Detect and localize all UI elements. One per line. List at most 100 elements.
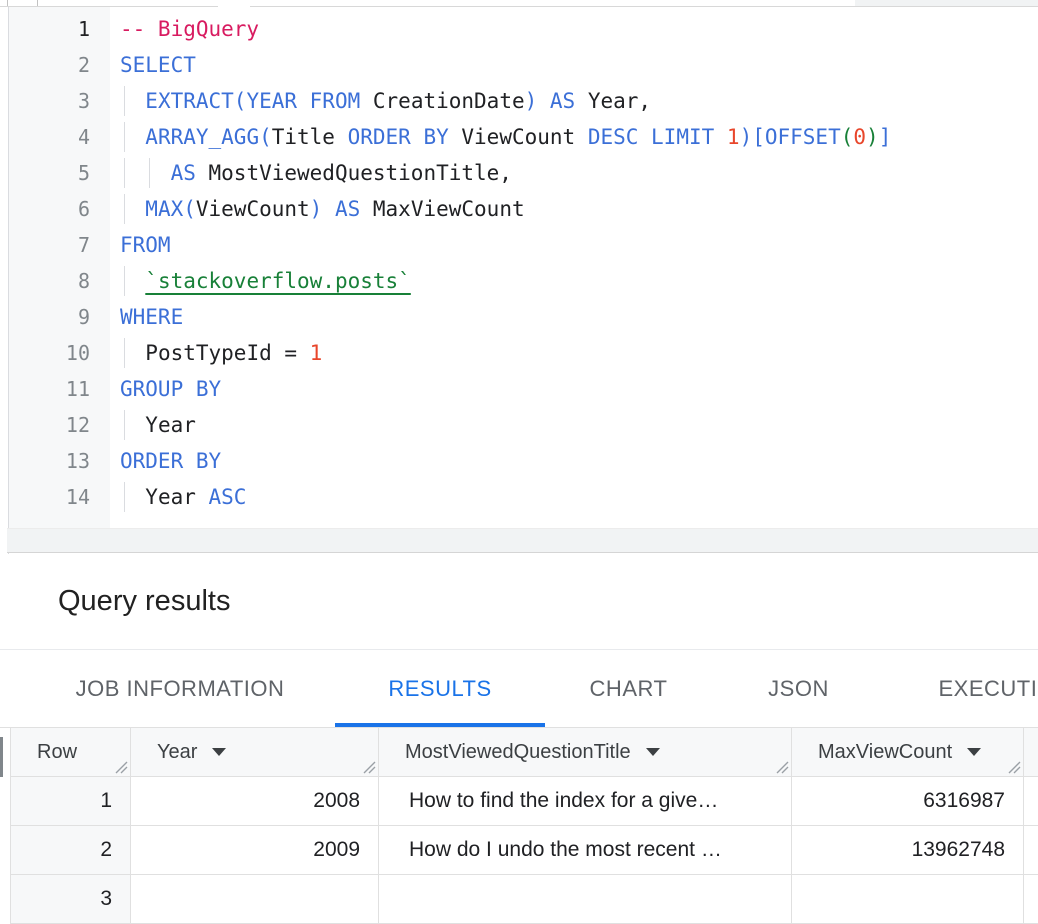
table-cell: [1024, 826, 1038, 874]
code-line-content[interactable]: -- BigQuery: [110, 11, 1038, 47]
tab-json[interactable]: JSON: [712, 651, 885, 727]
code-line-7[interactable]: 7FROM: [8, 227, 1038, 263]
column-resize-grip[interactable]: [362, 760, 376, 774]
table-cell: 2008: [131, 777, 379, 825]
indent-guide: [124, 122, 125, 152]
sql-editor[interactable]: 1 -- BigQuery 2SELECT3 EXTRACT(YEAR FROM C…: [0, 7, 1038, 528]
column-menu-arrow-icon[interactable]: [967, 748, 981, 756]
table-cell: [1024, 777, 1038, 825]
code-line-content[interactable]: EXTRACT(YEAR FROM CreationDate) AS Year,: [110, 83, 1038, 119]
table-cell: How to find the index for a give…: [379, 777, 792, 825]
code-token: SELECT: [120, 53, 196, 77]
column-resize-grip[interactable]: [775, 760, 789, 774]
line-number: 1: [8, 11, 110, 47]
code-line-content[interactable]: MAX(ViewCount) AS MaxViewCount: [110, 191, 1038, 227]
table-cell: [1024, 875, 1038, 923]
column-header-year[interactable]: Year: [131, 728, 379, 776]
table-header-row: Row Year MostViewedQuestionTitle MaxViewCou…: [11, 728, 1038, 777]
column-header-label: Year: [157, 741, 197, 764]
code-token: (: [841, 125, 854, 149]
column-menu-arrow-icon[interactable]: [212, 748, 226, 756]
code-line-3[interactable]: 3 EXTRACT(YEAR FROM CreationDate) AS Yea…: [8, 83, 1038, 119]
code-token: Year: [145, 485, 208, 509]
code-line-14[interactable]: 14 Year ASC: [8, 479, 1038, 515]
code-token: -- BigQuery: [120, 17, 259, 41]
indent-guide: [124, 158, 125, 188]
code-line-content[interactable]: ARRAY_AGG(Title ORDER BY ViewCount DESC …: [110, 119, 1038, 155]
column-menu-arrow-icon[interactable]: [646, 748, 660, 756]
table-cell: [792, 875, 1024, 923]
column-header-label: MostViewedQuestionTitle: [405, 741, 631, 764]
line-number: 6: [8, 191, 110, 227]
row-number-cell: 1: [11, 777, 131, 825]
code-token: EXTRACT(: [145, 89, 246, 113]
table-row: 3: [11, 875, 1038, 924]
code-lines[interactable]: 1 -- BigQuery 2SELECT3 EXTRACT(YEAR FROM C…: [8, 11, 1038, 515]
tab-results[interactable]: RESULTS: [335, 651, 545, 727]
toolbar-notch: [218, 0, 250, 7]
table-cell: How do I undo the most recent …: [379, 826, 792, 874]
line-number: 14: [8, 479, 110, 515]
table-row: 12008How to find the index for a give…63…: [11, 777, 1038, 826]
results-table: Row Year MostViewedQuestionTitle MaxViewCou…: [10, 728, 1038, 924]
code-token: ORDER BY: [348, 125, 462, 149]
code-line-13[interactable]: 13ORDER BY: [8, 443, 1038, 479]
tab-chart[interactable]: CHART: [545, 651, 712, 727]
code-token: YEAR FROM: [246, 89, 372, 113]
code-line-content[interactable]: AS MostViewedQuestionTitle,: [110, 155, 1038, 191]
row-number-cell: 3: [11, 875, 131, 923]
line-number: 8: [8, 263, 110, 299]
code-line-9[interactable]: 9WHERE: [8, 299, 1038, 335]
table-reference-link[interactable]: `stackoverflow.posts`: [145, 269, 411, 293]
code-line-content[interactable]: ORDER BY: [110, 443, 1038, 479]
results-scrollbar-thumb[interactable]: [0, 737, 3, 777]
table-row: 22009How do I undo the most recent …1396…: [11, 826, 1038, 875]
code-line-content[interactable]: GROUP BY: [110, 371, 1038, 407]
code-token: DESC LIMIT: [588, 125, 727, 149]
indent-guide: [124, 266, 125, 296]
code-line-content[interactable]: Year ASC: [110, 479, 1038, 515]
table-cell: [379, 875, 792, 923]
code-token: WHERE: [120, 305, 183, 329]
tab-execution-details[interactable]: EXECUTION DETAILS: [885, 651, 1038, 727]
column-resize-grip[interactable]: [114, 760, 128, 774]
indent-guide: [124, 194, 125, 224]
table-cell: 2009: [131, 826, 379, 874]
code-token: )[: [740, 125, 765, 149]
code-token: MostViewedQuestionTitle,: [209, 161, 512, 185]
code-token: MaxViewCount: [373, 197, 525, 221]
table-cell: 13962748: [792, 826, 1024, 874]
code-line-11[interactable]: 11GROUP BY: [8, 371, 1038, 407]
code-line-content[interactable]: Year: [110, 407, 1038, 443]
code-line-8[interactable]: 8 `stackoverflow.posts`: [8, 263, 1038, 299]
code-line-12[interactable]: 12 Year: [8, 407, 1038, 443]
panel-splitter[interactable]: [7, 528, 1038, 553]
line-number: 11: [8, 371, 110, 407]
code-line-content[interactable]: `stackoverflow.posts`: [110, 263, 1038, 299]
code-line-4[interactable]: 4 ARRAY_AGG(Title ORDER BY ViewCount DES…: [8, 119, 1038, 155]
code-line-5[interactable]: 5 AS MostViewedQuestionTitle,: [8, 155, 1038, 191]
column-header-extra[interactable]: [1024, 728, 1038, 776]
code-token: OFFSET: [765, 125, 841, 149]
line-number: 4: [8, 119, 110, 155]
column-resize-grip[interactable]: [1007, 760, 1021, 774]
code-token: ): [866, 125, 879, 149]
line-number: 3: [8, 83, 110, 119]
column-header-mostviewedquestiontitle[interactable]: MostViewedQuestionTitle: [379, 728, 792, 776]
code-token: CreationDate: [373, 89, 525, 113]
code-line-content[interactable]: SELECT: [110, 47, 1038, 83]
column-header-maxviewcount[interactable]: MaxViewCount: [792, 728, 1024, 776]
code-line-2[interactable]: 2SELECT: [8, 47, 1038, 83]
code-line-1[interactable]: 1 -- BigQuery: [8, 11, 1038, 47]
code-line-content[interactable]: PostTypeId = 1: [110, 335, 1038, 371]
code-line-content[interactable]: WHERE: [110, 299, 1038, 335]
column-header-row[interactable]: Row: [11, 728, 131, 776]
table-cell: [131, 875, 379, 923]
code-line-6[interactable]: 6 MAX(ViewCount) AS MaxViewCount: [8, 191, 1038, 227]
column-header-label: Row: [37, 741, 77, 764]
tab-job-information[interactable]: JOB INFORMATION: [25, 651, 335, 727]
code-line-10[interactable]: 10 PostTypeId = 1: [8, 335, 1038, 371]
row-number-cell: 2: [11, 826, 131, 874]
code-token: ORDER BY: [120, 449, 221, 473]
code-line-content[interactable]: FROM: [110, 227, 1038, 263]
